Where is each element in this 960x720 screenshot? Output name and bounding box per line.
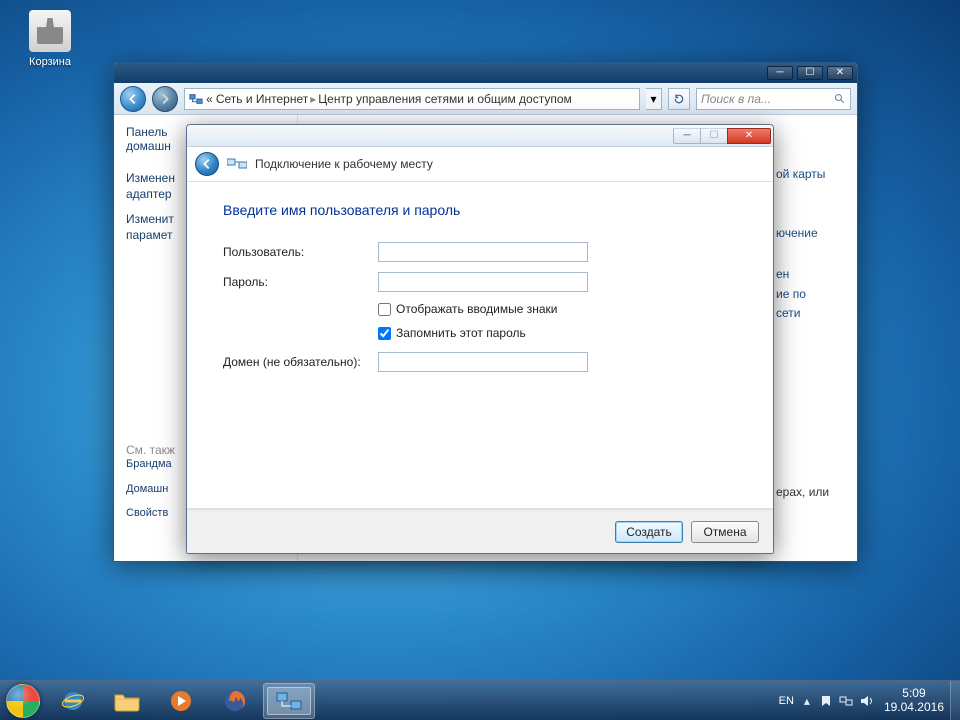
windows-logo-icon [6,684,40,718]
cancel-button[interactable]: Отмена [691,521,759,543]
create-button[interactable]: Создать [615,521,683,543]
link-fragment[interactable]: сети [776,304,851,323]
cp-titlebar[interactable]: ─ ☐ ✕ [114,63,857,83]
refresh-button[interactable] [668,88,690,110]
clock[interactable]: 5:09 19.04.2016 [884,687,944,715]
dialog-titlebar[interactable]: ─ ☐ ✕ [187,125,773,147]
show-chars-label: Отображать вводимые знаки [396,302,557,316]
close-button[interactable]: ✕ [827,66,853,80]
recycle-bin-label: Корзина [20,56,80,68]
user-input[interactable] [378,242,588,262]
taskbar-ie[interactable] [47,683,99,719]
taskbar-control-panel[interactable] [263,683,315,719]
address-dropdown[interactable]: ▾ [646,88,662,110]
language-indicator[interactable]: EN [779,695,794,707]
search-input[interactable]: Поиск в па... [696,88,851,110]
domain-input[interactable] [378,352,588,372]
desktop: Корзина ─ ☐ ✕ « Сеть и Интернет ▸ Центр … [0,0,960,720]
clock-time: 5:09 [884,687,944,701]
dialog-back-button[interactable] [195,152,219,176]
network-icon[interactable] [839,695,853,707]
remember-password-checkbox[interactable] [378,327,391,340]
sidebar-heading: Панель [126,125,167,139]
control-panel-icon [276,691,302,711]
minimize-button[interactable]: ─ [767,66,793,80]
action-center-icon[interactable] [820,695,832,707]
start-button[interactable] [0,681,46,720]
system-tray: EN ▴ 5:09 19.04.2016 [773,687,950,715]
dialog-title: Подключение к рабочему месту [255,157,433,171]
dialog-minimize-button[interactable]: ─ [673,128,701,144]
link-fragment[interactable]: ой карты [776,165,851,184]
sidebar-heading: домашн [126,139,171,153]
show-desktop-button[interactable] [950,681,960,720]
text-fragment: ерах, или [776,483,851,502]
clock-date: 19.04.2016 [884,701,944,715]
taskbar-wmp[interactable] [155,683,207,719]
recycle-bin-icon[interactable]: Корзина [20,10,80,68]
breadcrumb-prefix: « [206,92,213,106]
breadcrumb-sep: ▸ [310,92,316,106]
network-center-icon [189,92,203,106]
taskbar: EN ▴ 5:09 19.04.2016 [0,680,960,720]
link-fragment[interactable]: ючение [776,224,851,243]
nav-back-button[interactable] [120,86,146,112]
wmp-icon [168,689,194,713]
breadcrumb-item[interactable]: Сеть и Интернет [216,92,308,106]
connection-icon [227,156,247,172]
tray-expand-icon[interactable]: ▴ [804,694,810,708]
nav-forward-button[interactable] [152,86,178,112]
firefox-icon [222,688,248,714]
domain-label: Домен (не обязательно): [223,355,378,369]
maximize-button[interactable]: ☐ [797,66,823,80]
workplace-connection-dialog: ─ ☐ ✕ Подключение к рабочему месту Введи… [186,124,774,554]
taskbar-explorer[interactable] [101,683,153,719]
trash-icon [29,10,71,52]
volume-icon[interactable] [860,695,874,707]
breadcrumb-item[interactable]: Центр управления сетями и общим доступом [318,92,572,106]
dialog-content: Введите имя пользователя и пароль Пользо… [187,181,773,509]
password-input[interactable] [378,272,588,292]
dialog-header: Подключение к рабочему месту [187,147,773,181]
dialog-maximize-button: ☐ [700,128,728,144]
ie-icon [59,688,87,714]
dialog-footer: Создать Отмена [187,509,773,553]
search-placeholder: Поиск в па... [701,92,771,106]
link-fragment[interactable]: ен [776,265,851,284]
show-chars-checkbox[interactable] [378,303,391,316]
search-icon [834,93,846,105]
password-label: Пароль: [223,275,378,289]
dialog-heading: Введите имя пользователя и пароль [223,202,737,218]
remember-password-label: Запомнить этот пароль [396,326,526,340]
dialog-close-button[interactable]: ✕ [727,128,771,144]
taskbar-firefox[interactable] [209,683,261,719]
link-fragment[interactable]: ие по [776,285,851,304]
folder-icon [113,690,141,712]
user-label: Пользователь: [223,245,378,259]
address-bar-row: « Сеть и Интернет ▸ Центр управления сет… [114,83,857,115]
address-bar[interactable]: « Сеть и Интернет ▸ Центр управления сет… [184,88,640,110]
